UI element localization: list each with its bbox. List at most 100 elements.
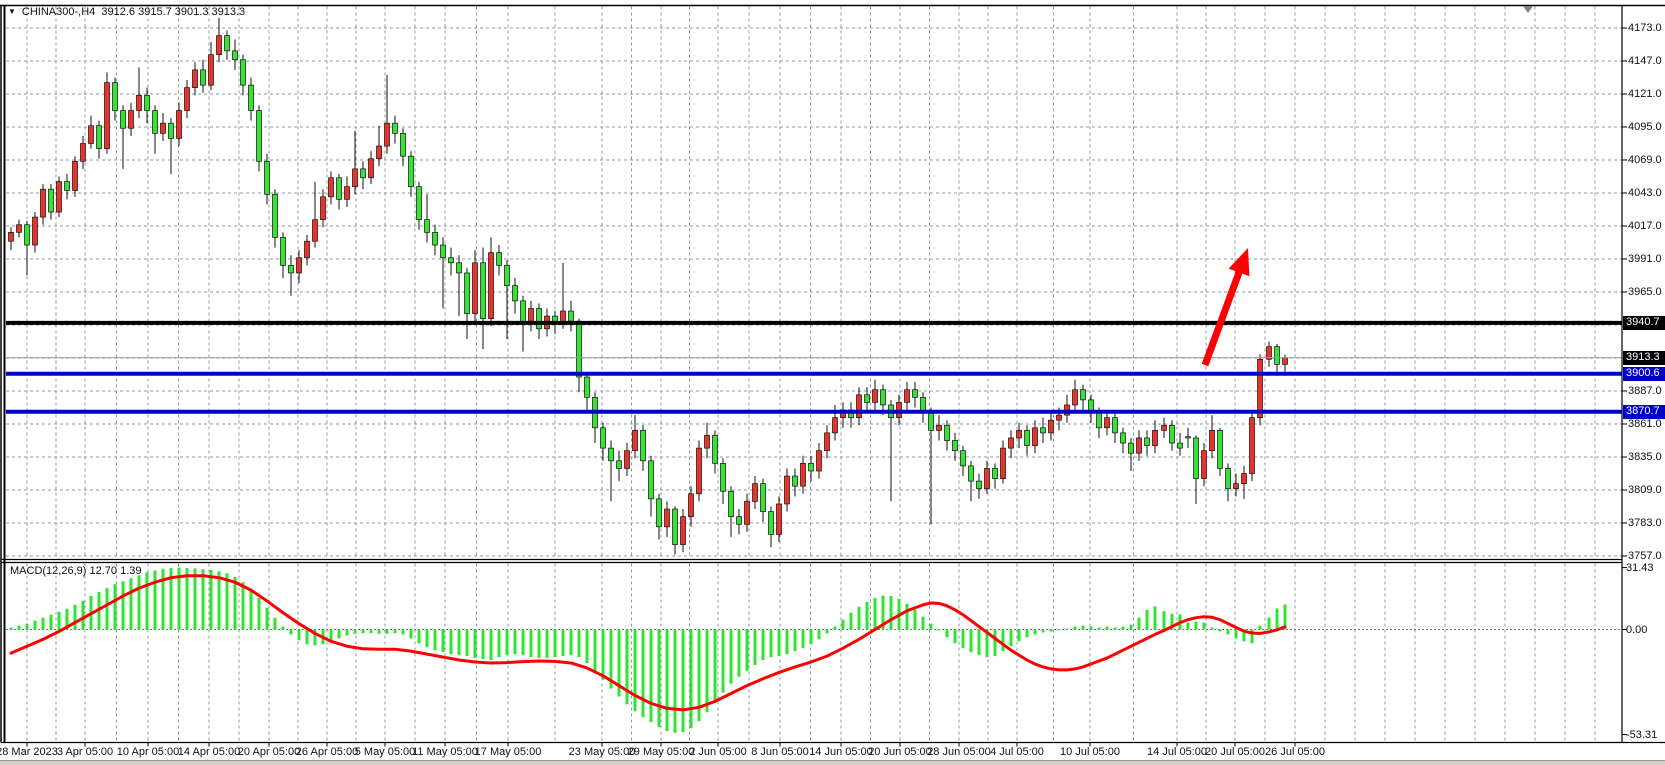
- candle-body-bull: [369, 159, 374, 178]
- candle-body-bear: [953, 441, 958, 451]
- price-axis-label: 3757.0: [1628, 550, 1662, 562]
- candle-body-bear: [793, 476, 798, 486]
- candle-body-bull: [1033, 428, 1038, 446]
- candle-body-bear: [233, 51, 238, 60]
- candle-body-bear: [169, 123, 174, 138]
- candle-body-bull: [345, 187, 350, 200]
- candle-body-bear: [513, 286, 518, 301]
- candle-body-bull: [1105, 418, 1110, 428]
- candle-body-bull: [665, 509, 670, 527]
- candle-body-bull: [217, 36, 222, 55]
- candle-body-bull: [177, 111, 182, 139]
- candle-body-bear: [729, 491, 734, 516]
- price-axis-label: 3965.0: [1628, 286, 1662, 298]
- candle-body-bear: [1041, 428, 1046, 433]
- candle-body-bear: [1129, 443, 1134, 453]
- candle-body-bull: [137, 95, 142, 110]
- candle-body-bear: [273, 194, 278, 237]
- macd-axis-label: 0.00: [1626, 624, 1647, 636]
- candle-body-bull: [385, 123, 390, 146]
- candle-body-bull: [1242, 474, 1247, 484]
- price-axis-label: 3783.0: [1628, 517, 1662, 529]
- macd-value: 12.70: [89, 565, 117, 577]
- date-axis-label: 20 Apr 05:00: [238, 746, 300, 758]
- candle-body-bull: [873, 390, 878, 403]
- price-level-badge: 3870.7: [1623, 405, 1665, 419]
- candle-body-bull: [681, 517, 686, 545]
- candle-body-bear: [657, 499, 662, 527]
- chart-canvas[interactable]: [0, 0, 1665, 765]
- candle-body-bear: [337, 178, 342, 200]
- candle-body-bear: [1121, 433, 1126, 443]
- candle-body-bull: [801, 463, 806, 486]
- candle-body-bear: [881, 390, 886, 405]
- ohlc-readout: 3912.6 3915.7 3901.3 3913.3: [101, 6, 245, 18]
- candle-body-bear: [1218, 430, 1223, 468]
- candle-body-bear: [649, 461, 654, 499]
- candle-body-bull: [905, 390, 910, 403]
- candle-body-bear: [761, 484, 766, 512]
- candle-body-bear: [1275, 347, 1280, 365]
- candle-body-bull: [73, 161, 78, 190]
- date-axis-label: 14 Jun 05:00: [809, 746, 873, 758]
- candle-body-bull: [1001, 448, 1006, 478]
- candle-body-bear: [1113, 418, 1118, 433]
- candle-body-bear: [289, 265, 294, 273]
- candle-body-bull: [1009, 438, 1014, 448]
- candle-body-bear: [969, 466, 974, 481]
- price-axis-label: 4173.0: [1628, 22, 1662, 34]
- date-axis-label: 5 May 05:00: [355, 746, 416, 758]
- candle-body-bull: [297, 258, 302, 273]
- candle-body-bear: [929, 413, 934, 431]
- candle-body-bull: [209, 55, 214, 85]
- date-axis-label: 23 May 05:00: [569, 746, 636, 758]
- up-arrow-annotation[interactable]: [1202, 248, 1250, 366]
- date-axis-label: 8 Jun 05:00: [751, 746, 809, 758]
- candle-body-bear: [569, 311, 574, 321]
- chart-shift-marker-icon[interactable]: [1523, 6, 1533, 13]
- candle-body-bull: [305, 241, 310, 258]
- candle-body-bear: [865, 395, 870, 403]
- candle-body-bull: [1162, 425, 1167, 430]
- candle-body-bear: [409, 156, 414, 186]
- date-axis-label: 29 May 05:00: [628, 746, 695, 758]
- candle-body-bear: [449, 258, 454, 263]
- date-axis-label: 4 Jul 05:00: [990, 746, 1044, 758]
- date-axis-label: 11 May 05:00: [412, 746, 478, 758]
- candle-body-bull: [81, 144, 86, 162]
- candle-body-bull: [777, 504, 782, 534]
- candle-body-bear: [201, 70, 206, 85]
- candle-body-bear: [769, 512, 774, 535]
- symbol-dropdown-icon[interactable]: ▼: [8, 7, 16, 16]
- candle-body-bull: [313, 220, 318, 242]
- candle-body-bear: [809, 463, 814, 471]
- date-axis-label: 26 Jul 05:00: [1265, 746, 1325, 758]
- price-axis-label: 3861.0: [1628, 418, 1662, 430]
- candle-body-bull: [105, 83, 110, 149]
- candle-body-bear: [1170, 425, 1175, 443]
- candle-body-bull: [753, 484, 758, 502]
- candle-body-bull: [377, 146, 382, 159]
- candle-body-bear: [961, 451, 966, 466]
- candle-body-bear: [609, 448, 614, 461]
- macd-signal-value: 1.39: [120, 565, 141, 577]
- date-axis-label: 14 Apr 05:00: [178, 746, 240, 758]
- candle-body-bull: [1234, 484, 1239, 489]
- candle-body-bear: [601, 428, 606, 448]
- candle-body-bear: [241, 60, 246, 85]
- candle-body-bull: [185, 88, 190, 111]
- candle-body-bull: [193, 70, 198, 88]
- macd-axis-label: 31.43: [1626, 562, 1654, 574]
- candle-body-bull: [9, 232, 14, 241]
- candle-body-bear: [425, 220, 430, 233]
- candle-body-bear: [145, 95, 150, 110]
- date-axis-label: 17 May 05:00: [475, 746, 542, 758]
- price-level-badge: 3900.6: [1623, 367, 1665, 381]
- date-axis-label: 3 Apr 05:00: [57, 746, 113, 758]
- candle-body-bull: [1049, 420, 1054, 433]
- candle-body-bull: [625, 451, 630, 469]
- candle-body-bull: [1210, 430, 1215, 450]
- candle-body-bull: [1153, 430, 1158, 445]
- price-axis-label: 4017.0: [1628, 220, 1662, 232]
- candle-body-bear: [97, 126, 102, 149]
